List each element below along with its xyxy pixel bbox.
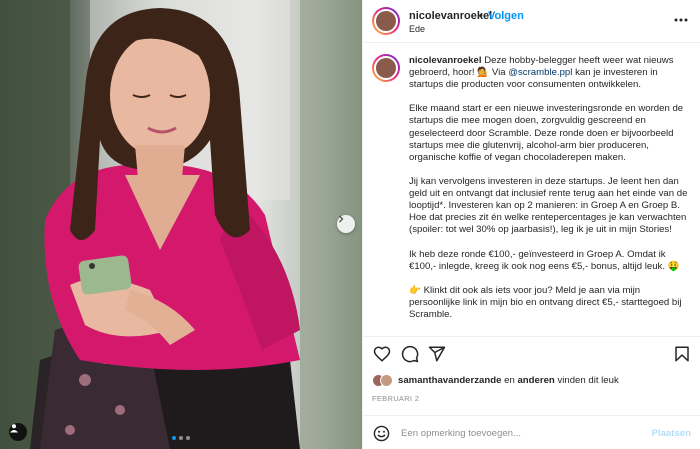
post-location[interactable]: Ede: [409, 24, 425, 34]
caption-text-span: Via: [489, 67, 509, 79]
chevron-right-icon: [339, 215, 344, 223]
caption-paragraph: nicolevanroekel Deze hobby-belegger heef…: [409, 55, 689, 91]
action-bar: [363, 336, 700, 368]
post-details-panel: nicolevanroekel • Volgen Ede nicolevanro…: [362, 0, 700, 449]
caption-emoji: 💁: [477, 67, 490, 79]
bookmark-icon[interactable]: [673, 345, 691, 363]
caption-text: nicolevanroekel Deze hobby-belegger heef…: [409, 55, 689, 321]
author-avatar[interactable]: [372, 7, 400, 35]
caption-paragraph: 👉 Klinkt dit ook als iets voor jou? Meld…: [409, 284, 682, 320]
more-options-button[interactable]: [672, 11, 690, 29]
likes-summary: samanthavanderzande en anderen vinden di…: [372, 372, 619, 388]
other-likers-link[interactable]: anderen: [517, 375, 554, 386]
post-caption: nicolevanroekel Deze hobby-belegger heef…: [363, 43, 700, 335]
liker-username[interactable]: samanthavanderzande: [398, 375, 501, 386]
user-tag-icon: [10, 424, 18, 433]
post-date[interactable]: FEBRUARI 2: [372, 394, 419, 403]
carousel-dot: [172, 436, 176, 440]
mention-link[interactable]: @scramble.ppl: [508, 67, 572, 78]
caption-paragraph: Jij kan vervolgens investeren in deze st…: [409, 175, 688, 236]
caption-author-username[interactable]: nicolevanroekel: [409, 55, 482, 66]
photo-illustration: [0, 0, 362, 449]
comment-input[interactable]: Een opmerking toevoegen...: [401, 428, 521, 439]
share-icon[interactable]: [428, 345, 446, 363]
caption-paragraph: Elke maand start er een nieuwe investeri…: [409, 103, 684, 163]
likes-suffix: vinden dit leuk: [554, 374, 619, 386]
caption-author-avatar[interactable]: [372, 54, 400, 82]
follow-button[interactable]: Volgen: [488, 10, 524, 22]
emoji-icon[interactable]: [373, 425, 390, 442]
heart-icon[interactable]: [373, 345, 391, 363]
comment-form: Een opmerking toevoegen... Plaatsen: [363, 415, 700, 449]
carousel-dot: [179, 436, 183, 440]
tagged-users-button[interactable]: [9, 423, 27, 441]
likes-connector: en: [501, 374, 518, 386]
carousel-dot: [186, 436, 190, 440]
post-header: nicolevanroekel • Volgen Ede: [363, 0, 700, 43]
caption-paragraph: Ik heb deze ronde €100,- geïnvesteerd in…: [409, 248, 680, 272]
post-photo[interactable]: [0, 0, 362, 449]
separator: •: [479, 10, 483, 22]
comment-icon[interactable]: [401, 345, 419, 363]
next-photo-button[interactable]: [337, 215, 355, 233]
post-comment-button[interactable]: Plaatsen: [652, 428, 691, 439]
liker-avatar[interactable]: [380, 373, 393, 387]
likes-text: samanthavanderzande en anderen vinden di…: [398, 375, 619, 386]
more-options-icon: [674, 18, 688, 22]
carousel-indicator: [172, 436, 190, 440]
